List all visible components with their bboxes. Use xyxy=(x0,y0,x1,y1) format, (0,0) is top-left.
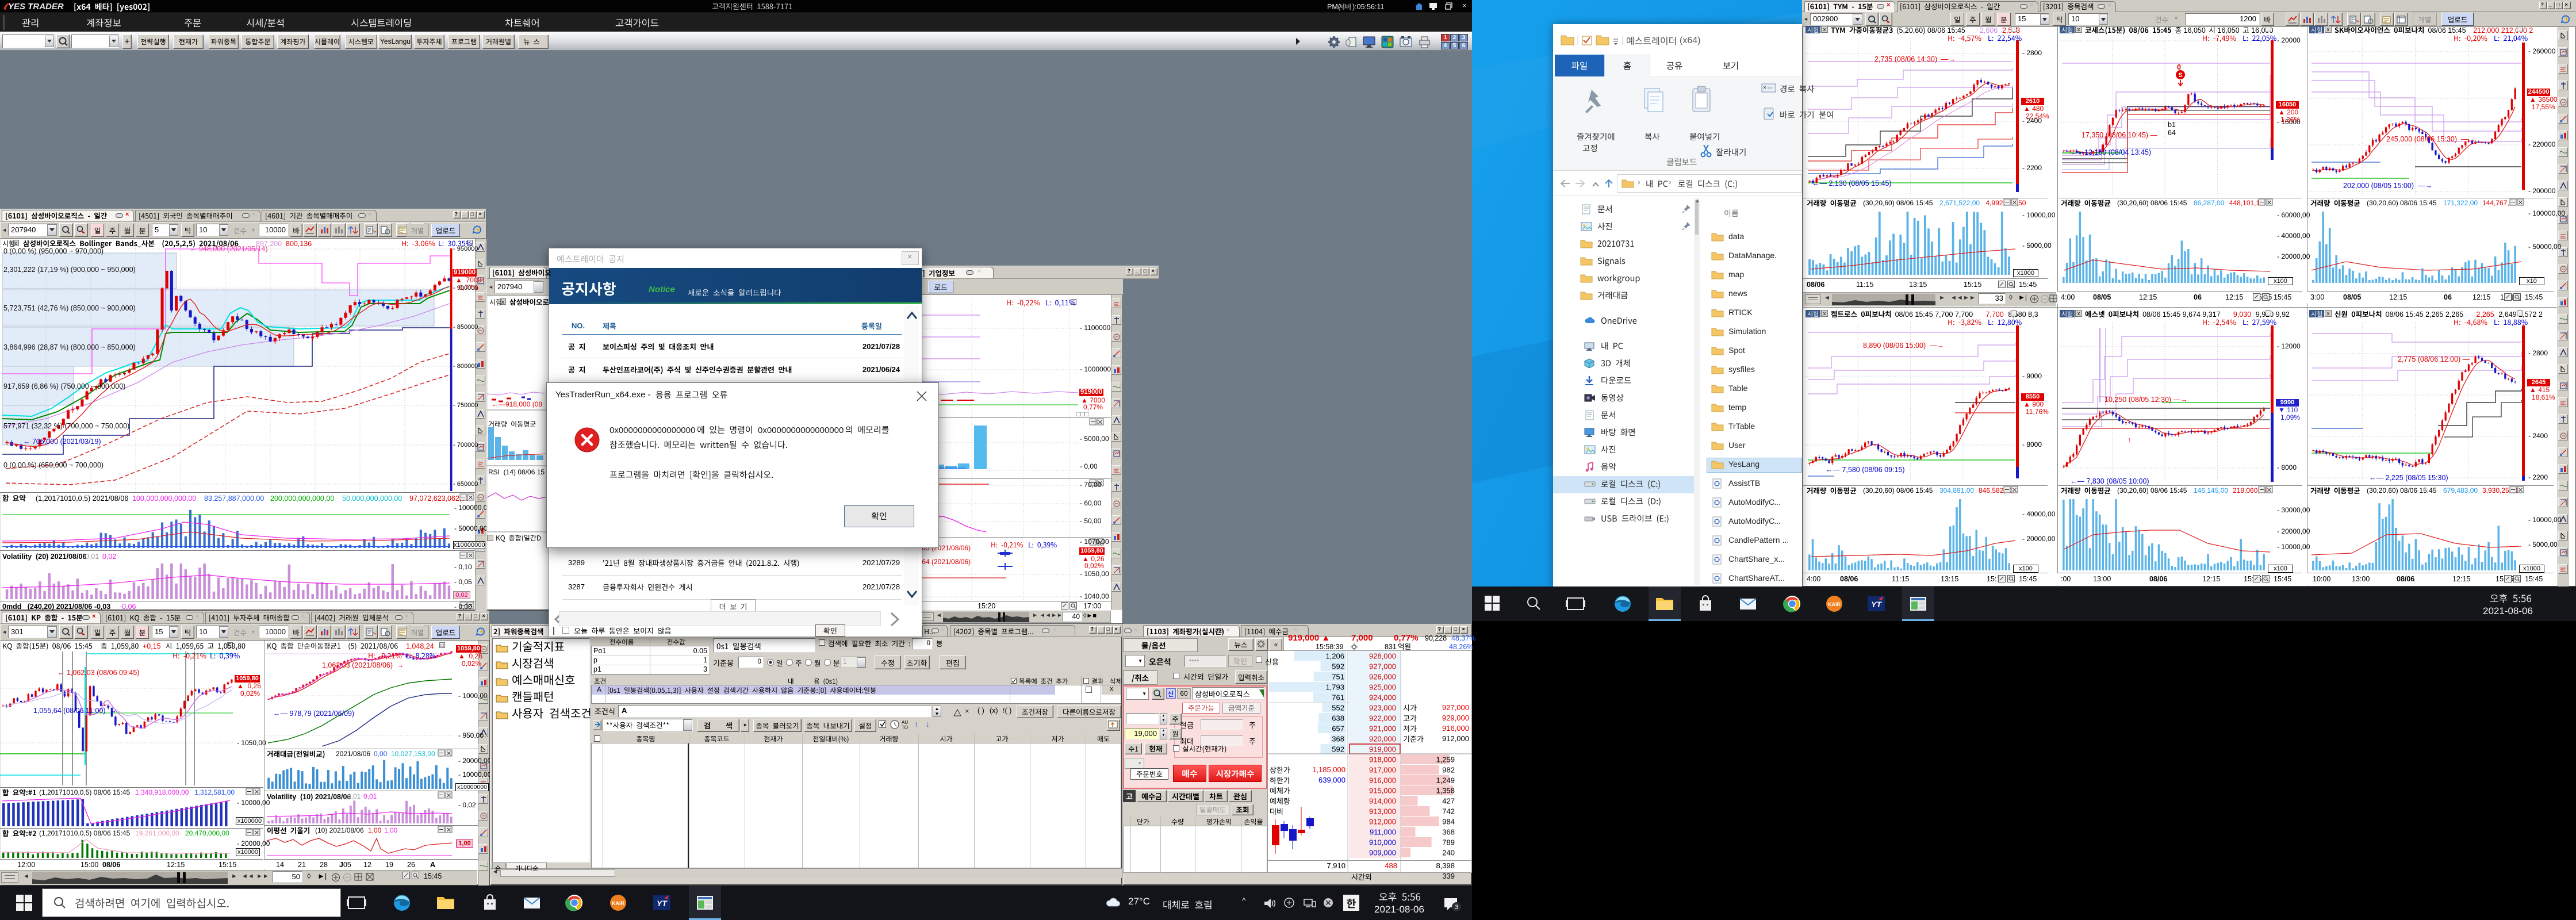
svg-text:926,000: 926,000 xyxy=(1369,673,1396,681)
svg-text:YT: YT xyxy=(657,899,668,908)
svg-text:919,000: 919,000 xyxy=(1369,745,1396,754)
svg-text:911,000: 911,000 xyxy=(1370,828,1396,837)
svg-text:638: 638 xyxy=(1332,714,1344,723)
svg-text:1,249: 1,249 xyxy=(1436,776,1455,785)
svg-text:1,206: 1,206 xyxy=(1325,652,1344,661)
svg-text:922,000: 922,000 xyxy=(1369,714,1396,723)
svg-text:1,793: 1,793 xyxy=(1325,683,1344,692)
svg-text:751: 751 xyxy=(1332,673,1344,681)
svg-text:917,000: 917,000 xyxy=(1369,766,1396,775)
svg-text:←—918,000 (08: ←—918,000 (08 xyxy=(492,400,542,408)
svg-text:552: 552 xyxy=(1332,704,1344,712)
svg-text:909,000: 909,000 xyxy=(1369,849,1396,857)
svg-text:KAIR: KAIR xyxy=(612,900,624,906)
svg-text:923,000: 923,000 xyxy=(1369,704,1396,712)
svg-text:924,000: 924,000 xyxy=(1369,693,1396,702)
svg-text:657: 657 xyxy=(1332,724,1344,733)
svg-text:912,000: 912,000 xyxy=(1369,818,1396,826)
svg-text:427: 427 xyxy=(1442,797,1455,806)
svg-text:3: 3 xyxy=(1455,904,1458,911)
svg-text:982: 982 xyxy=(1442,766,1455,775)
svg-text:1,259: 1,259 xyxy=(1436,756,1455,764)
svg-text:913,000: 913,000 xyxy=(1369,807,1396,816)
svg-text:789: 789 xyxy=(1442,838,1455,847)
svg-text:240: 240 xyxy=(1442,849,1455,857)
svg-text:920,000: 920,000 xyxy=(1369,735,1396,743)
svg-text:925,000: 925,000 xyxy=(1369,683,1396,692)
svg-text:916,000: 916,000 xyxy=(1369,776,1396,785)
svg-text:918,000: 918,000 xyxy=(1369,756,1396,764)
svg-text:910,000: 910,000 xyxy=(1369,838,1396,847)
svg-text:921,000: 921,000 xyxy=(1369,724,1396,733)
svg-text:368: 368 xyxy=(1332,735,1344,743)
svg-text:592: 592 xyxy=(1332,745,1344,754)
svg-text:984: 984 xyxy=(1442,818,1455,826)
svg-text:368: 368 xyxy=(1442,828,1455,837)
svg-text:927,000: 927,000 xyxy=(1369,662,1396,671)
svg-text:915,000: 915,000 xyxy=(1369,787,1396,795)
svg-text:914,000: 914,000 xyxy=(1369,797,1396,806)
svg-text:928,000: 928,000 xyxy=(1369,652,1396,661)
svg-text:1,358: 1,358 xyxy=(1436,787,1455,795)
svg-text:KAIR: KAIR xyxy=(1828,601,1841,607)
svg-text:742: 742 xyxy=(1442,807,1455,816)
svg-text:761: 761 xyxy=(1332,693,1344,702)
svg-text:592: 592 xyxy=(1332,662,1344,671)
svg-text:YT: YT xyxy=(1871,600,1882,609)
